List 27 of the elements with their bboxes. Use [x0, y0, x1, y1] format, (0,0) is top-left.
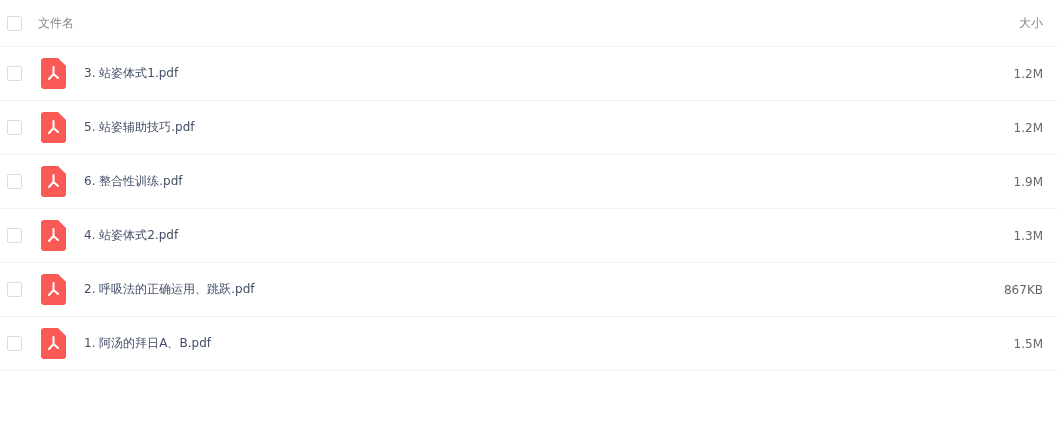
file-name[interactable]: 4. 站姿体式2.pdf [84, 227, 1014, 244]
pdf-file-icon [41, 112, 66, 143]
pdf-file-icon [41, 58, 66, 89]
checkbox[interactable] [7, 336, 22, 351]
checkbox[interactable] [7, 66, 22, 81]
pdf-file-icon [41, 220, 66, 251]
checkbox[interactable] [7, 15, 22, 31]
file-name[interactable]: 5. 站姿辅助技巧.pdf [84, 119, 1014, 136]
file-name[interactable]: 1. 阿汤的拜日A、B.pdf [84, 335, 1014, 352]
checkbox[interactable] [7, 228, 22, 243]
pdf-file-icon [41, 166, 66, 197]
column-header[interactable]: 大小 [1019, 14, 1043, 32]
file-size: 867KB [1004, 282, 1043, 297]
file-size: 1.5M [1013, 336, 1043, 351]
file-size: 1.3M [1013, 228, 1043, 243]
file-name[interactable]: 2. 呼吸法的正确运用、跳跃.pdf [84, 281, 1004, 298]
file-size: 1.2M [1013, 66, 1043, 81]
pdf-file-icon [41, 328, 66, 359]
column-header[interactable]: 文件名 [38, 14, 1019, 32]
file-size: 1.2M [1013, 120, 1043, 135]
checkbox[interactable] [7, 282, 22, 297]
file-name[interactable]: 3. 站姿体式1.pdf [84, 65, 1014, 82]
pdf-file-icon [41, 274, 66, 305]
checkbox[interactable] [7, 174, 22, 189]
file-name[interactable]: 6. 整合性训练.pdf [84, 173, 1014, 190]
file-size: 1.9M [1013, 174, 1043, 189]
checkbox[interactable] [7, 120, 22, 135]
